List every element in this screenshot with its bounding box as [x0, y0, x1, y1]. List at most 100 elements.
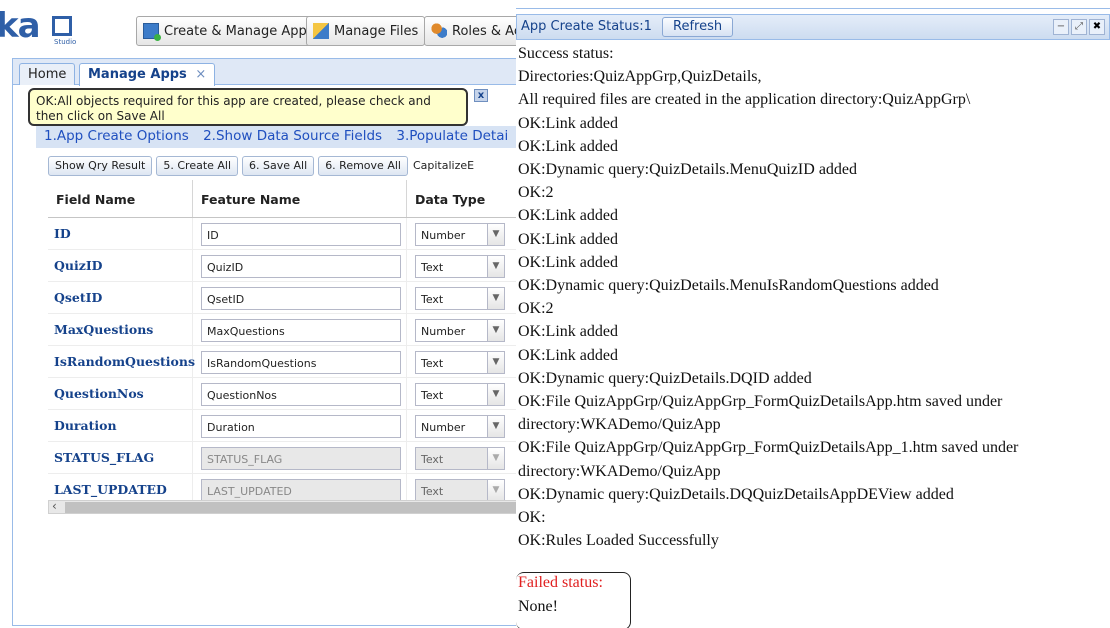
status-line: OK:Rules Loaded Successfully: [518, 532, 719, 550]
table-row: STATUS_FLAG STATUS_FLAG Text ▼: [48, 442, 520, 474]
data-type-cell: Text ▼: [407, 346, 520, 377]
feature-name-cell: MaxQuestions: [193, 314, 407, 345]
capitalize-checkbox-label[interactable]: CapitalizeE: [412, 156, 481, 176]
feature-name-input[interactable]: Duration: [201, 415, 401, 438]
create-all-button[interactable]: 5. Create All: [156, 156, 239, 176]
status-line: directory:WKADemo/QuizApp: [518, 462, 721, 480]
step-app-create-options[interactable]: 1.App Create Options: [44, 128, 189, 144]
logo-text: ka: [0, 6, 41, 46]
feature-name-input[interactable]: QuizID: [201, 255, 401, 278]
scrollbar-thumb[interactable]: [65, 502, 520, 513]
data-type-select[interactable]: Number ▼: [415, 223, 505, 246]
table-row: ID ID Number ▼: [48, 218, 520, 250]
feature-name-cell: QuestionNos: [193, 378, 407, 409]
failed-status-value: None!: [518, 598, 558, 615]
top-bar: ka Studio Create & Manage App Manage Fil…: [0, 0, 520, 56]
logo: ka Studio: [0, 6, 100, 48]
header-field-name[interactable]: Field Name: [48, 180, 193, 217]
status-line: OK:Link added: [518, 230, 618, 248]
step-populate-details[interactable]: 3.Populate Detai: [396, 128, 508, 144]
data-type-value: Text: [421, 293, 444, 306]
data-type-select[interactable]: Text ▼: [415, 287, 505, 310]
create-manage-app-label: Create & Manage App: [164, 23, 307, 39]
close-icon[interactable]: ✖: [1089, 19, 1105, 35]
status-line: Directories:QuizAppGrp,QuizDetails,: [518, 68, 762, 86]
roles-button[interactable]: Roles & Ac: [424, 16, 520, 46]
data-type-select[interactable]: Number ▼: [415, 319, 505, 342]
window-divider: [516, 8, 1110, 9]
chevron-down-icon: ▼: [487, 416, 504, 437]
show-qry-result-button[interactable]: Show Qry Result: [48, 156, 153, 176]
restore-icon[interactable]: ⤢: [1071, 19, 1087, 35]
tab-manage-apps[interactable]: Manage Apps ×: [79, 63, 216, 86]
step-show-data-source-fields[interactable]: 2.Show Data Source Fields: [203, 128, 382, 144]
scroll-left-icon[interactable]: ‹: [52, 499, 57, 513]
feature-name-input[interactable]: IsRandomQuestions: [201, 351, 401, 374]
status-line: OK:Link added: [518, 346, 618, 364]
feature-name-cell: QsetID: [193, 282, 407, 313]
data-type-select[interactable]: Number ▼: [415, 415, 505, 438]
remove-all-button[interactable]: 6. Remove All: [318, 156, 408, 176]
data-type-select: Text ▼: [415, 447, 505, 470]
field-name-cell: Duration: [48, 410, 193, 441]
tab-home-label: Home: [28, 67, 67, 82]
table-row: IsRandomQuestions IsRandomQuestions Text ▼: [48, 346, 520, 378]
chevron-down-icon: ▼: [487, 224, 504, 245]
window-controls: − ⤢ ✖: [1053, 19, 1105, 35]
refresh-button[interactable]: Refresh: [662, 17, 734, 37]
feature-name-cell: STATUS_FLAG: [193, 442, 407, 473]
upload-files-icon: [313, 23, 329, 39]
chevron-down-icon: ▼: [487, 448, 504, 469]
status-line: All required files are created in the ap…: [518, 91, 971, 109]
tab-home[interactable]: Home: [19, 63, 76, 85]
status-line: directory:WKADemo/QuizApp: [518, 416, 721, 434]
feature-name-input[interactable]: QsetID: [201, 287, 401, 310]
data-type-select[interactable]: Text ▼: [415, 383, 505, 406]
field-name-cell: STATUS_FLAG: [48, 442, 193, 473]
status-window: App Create Status:1 Refresh − ⤢ ✖ Succes…: [516, 14, 1110, 628]
data-type-select[interactable]: Text ▼: [415, 351, 505, 374]
field-name-cell: ID: [48, 218, 193, 249]
status-line: OK:2: [518, 184, 554, 202]
chevron-down-icon: ▼: [487, 288, 504, 309]
status-line: OK:File QuizAppGrp/QuizAppGrp_FormQuizDe…: [518, 439, 1019, 457]
status-line: Success status:: [518, 45, 614, 62]
status-line: OK:File QuizAppGrp/QuizAppGrp_FormQuizDe…: [518, 393, 1003, 411]
horizontal-scrollbar[interactable]: ‹: [48, 499, 520, 514]
logo-box-icon: [52, 16, 72, 36]
field-name-cell: MaxQuestions: [48, 314, 193, 345]
save-all-button[interactable]: 6. Save All: [242, 156, 315, 176]
grid-toolbar: Show Qry Result 5. Create All 6. Save All 6…: [48, 156, 520, 178]
data-type-select[interactable]: Text ▼: [415, 255, 505, 278]
feature-name-input: STATUS_FLAG: [201, 447, 401, 470]
chevron-down-icon: ▼: [487, 320, 504, 341]
minimize-icon[interactable]: −: [1053, 19, 1069, 35]
status-line: OK:Link added: [518, 323, 618, 341]
data-type-select: Text ▼: [415, 479, 505, 502]
status-line: OK:Dynamic query:QuizDetails.DQQuizDetai…: [518, 485, 954, 503]
feature-name-input[interactable]: ID: [201, 223, 401, 246]
feature-name-cell: Duration: [193, 410, 407, 441]
create-manage-app-button[interactable]: Create & Manage App: [136, 16, 314, 46]
data-type-cell: Text ▼: [407, 378, 520, 409]
tooltip-close-icon[interactable]: x: [474, 89, 488, 102]
feature-name-input[interactable]: MaxQuestions: [201, 319, 401, 342]
status-line: OK:Link added: [518, 114, 618, 132]
feature-name-input[interactable]: QuestionNos: [201, 383, 401, 406]
feature-name-cell: QuizID: [193, 250, 407, 281]
create-app-icon: [143, 23, 161, 41]
fields-grid: Field Name Feature Name Data Type ID ID Nu…: [48, 180, 520, 506]
field-name-cell: IsRandomQuestions: [48, 346, 195, 377]
manage-files-button[interactable]: Manage Files: [306, 16, 426, 46]
status-line: OK:Link added: [518, 137, 618, 155]
data-type-cell: Text ▼: [407, 250, 520, 281]
table-row: QsetID QsetID Text ▼: [48, 282, 520, 314]
tab-close-icon[interactable]: ×: [195, 67, 206, 82]
table-row: MaxQuestions MaxQuestions Number ▼: [48, 314, 520, 346]
status-line: OK:: [518, 509, 546, 527]
status-line: OK:Link added: [518, 253, 618, 271]
manage-files-label: Manage Files: [334, 23, 419, 39]
header-feature-name[interactable]: Feature Name: [193, 180, 407, 217]
header-data-type[interactable]: Data Type: [407, 180, 520, 217]
chevron-down-icon: ▼: [487, 480, 504, 501]
